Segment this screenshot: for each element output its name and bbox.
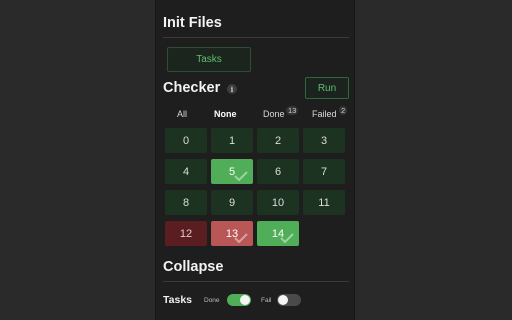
task-tile-13[interactable]: 13 bbox=[211, 221, 253, 246]
fail-toggle[interactable] bbox=[277, 294, 301, 306]
checkmark-icon bbox=[280, 233, 294, 243]
init-files-title: Init Files bbox=[163, 15, 222, 31]
filter-failed-tab[interactable]: Failed bbox=[312, 109, 337, 119]
task-tile-label: 9 bbox=[228, 196, 236, 209]
task-tile-9[interactable]: 9 bbox=[211, 190, 253, 215]
task-tile-11[interactable]: 11 bbox=[303, 190, 345, 215]
task-tile-label: 6 bbox=[274, 165, 282, 178]
task-tile-3[interactable]: 3 bbox=[303, 128, 345, 153]
init-files-divider bbox=[163, 37, 349, 38]
task-tile-14[interactable]: 14 bbox=[257, 221, 299, 246]
task-tile-8[interactable]: 8 bbox=[165, 190, 207, 215]
filter-none-tab[interactable]: None bbox=[214, 109, 237, 119]
task-tile-label: 4 bbox=[182, 165, 190, 178]
run-button[interactable]: Run bbox=[305, 77, 349, 99]
task-tile-12[interactable]: 12 bbox=[165, 221, 207, 246]
task-tile-label: 12 bbox=[179, 227, 193, 240]
task-tile-7[interactable]: 7 bbox=[303, 159, 345, 184]
side-panel: Init Files Tasks Checker i Run All None … bbox=[155, 0, 355, 320]
filter-done-tab[interactable]: Done bbox=[263, 109, 285, 119]
failed-count-badge: 2 bbox=[339, 106, 348, 115]
checker-title: Checker bbox=[163, 80, 221, 96]
collapse-title: Collapse bbox=[163, 259, 224, 275]
task-tile-label: 3 bbox=[320, 134, 328, 147]
task-tile-label: 10 bbox=[271, 196, 285, 209]
checkmark-icon bbox=[234, 233, 248, 243]
filter-all-tab[interactable]: All bbox=[177, 109, 187, 119]
task-tile-2[interactable]: 2 bbox=[257, 128, 299, 153]
task-tile-label: 7 bbox=[320, 165, 328, 178]
task-tile-label: 11 bbox=[318, 196, 330, 209]
task-tile-10[interactable]: 10 bbox=[257, 190, 299, 215]
toggle-knob bbox=[240, 295, 250, 305]
task-tile-label: 8 bbox=[182, 196, 190, 209]
toggle-knob bbox=[278, 295, 288, 305]
done-count-badge: 13 bbox=[286, 106, 299, 115]
fail-toggle-label: Fail bbox=[261, 297, 272, 304]
info-icon[interactable]: i bbox=[227, 84, 237, 94]
collapse-tasks-label: Tasks bbox=[163, 294, 192, 306]
task-tile-4[interactable]: 4 bbox=[165, 159, 207, 184]
checker-task-grid: 0 1 2 3 4 5 6 7 8 9 10 11 12 13 14 bbox=[165, 128, 349, 246]
task-tile-label: 2 bbox=[274, 134, 282, 147]
done-toggle-label: Done bbox=[204, 297, 220, 304]
task-tile-label: 0 bbox=[182, 134, 190, 147]
done-toggle[interactable] bbox=[227, 294, 251, 306]
collapse-divider bbox=[163, 281, 349, 282]
checker-filter-tabs: All None Done 13 Failed 2 bbox=[163, 106, 353, 121]
collapse-tasks-row: Tasks Done Fail bbox=[163, 291, 349, 309]
task-tile-6[interactable]: 6 bbox=[257, 159, 299, 184]
task-tile-1[interactable]: 1 bbox=[211, 128, 253, 153]
task-tile-5[interactable]: 5 bbox=[211, 159, 253, 184]
task-tile-0[interactable]: 0 bbox=[165, 128, 207, 153]
tasks-button[interactable]: Tasks bbox=[167, 47, 251, 72]
task-tile-label: 1 bbox=[228, 134, 236, 147]
checkmark-icon bbox=[234, 171, 248, 181]
